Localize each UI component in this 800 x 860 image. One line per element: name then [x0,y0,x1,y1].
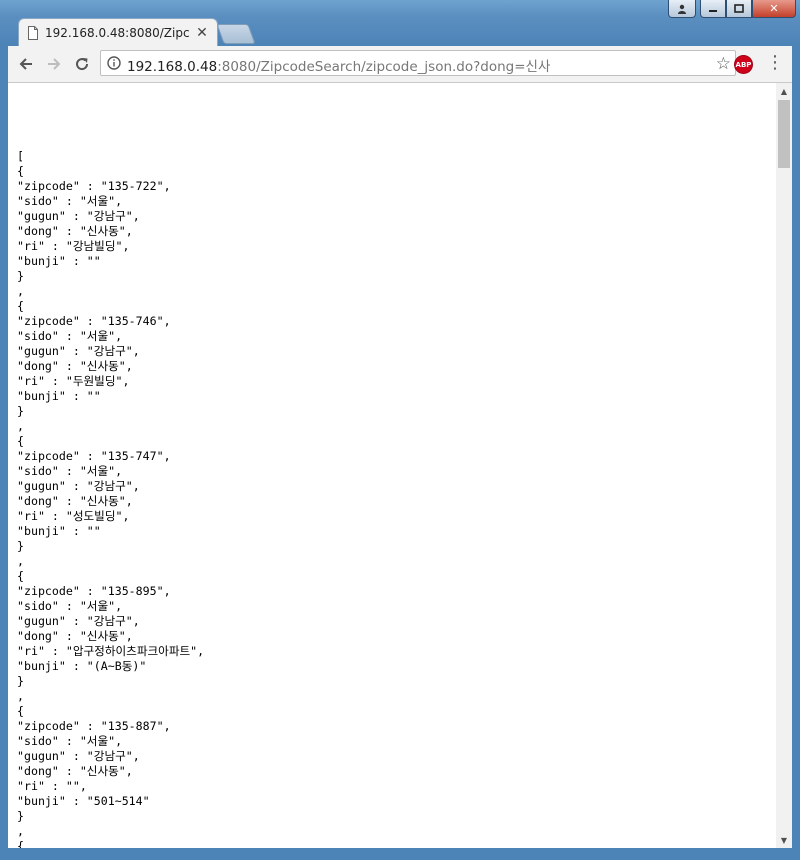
maximize-button[interactable] [726,0,752,18]
json-line: "sido" : "서울", [17,734,123,748]
json-line: "sido" : "서울", [17,329,123,343]
json-line: "dong" : "신사동", [17,494,133,508]
json-line: { [17,704,24,718]
maximize-icon [734,4,744,13]
page-content: [ { "zipcode" : "135-722", "sido" : "서울"… [8,83,776,848]
close-window-button[interactable]: ✕ [752,0,796,18]
json-line: "sido" : "서울", [17,464,123,478]
json-line: "dong" : "신사동", [17,764,133,778]
address-bar[interactable]: 192.168.0.48:8080/ZipcodeSearch/zipcode_… [100,50,736,76]
bookmark-star-icon[interactable]: ☆ [716,54,731,74]
json-line: { [17,299,24,313]
json-line: } [17,809,24,823]
adblock-extension-button[interactable]: ABP [735,56,752,73]
json-line: , [17,284,24,298]
json-line: "gugun" : "강남구", [17,749,140,763]
json-line: "ri" : "성도빌딩", [17,509,130,523]
json-line: , [17,419,24,433]
scroll-down-icon[interactable]: ▼ [776,832,792,848]
json-line: "dong" : "신사동", [17,224,133,238]
json-line: "gugun" : "강남구", [17,209,140,223]
json-line: "sido" : "서울", [17,194,123,208]
url-path: :8080/ZipcodeSearch/zipcode_json.do?dong… [217,59,551,75]
json-line: "bunji" : "501~514" [17,794,150,808]
json-line: "gugun" : "강남구", [17,344,140,358]
json-line: "gugun" : "강남구", [17,479,140,493]
new-tab-button[interactable] [216,24,256,44]
reload-icon [76,58,89,71]
forward-arrow-icon [48,58,61,70]
info-icon[interactable] [107,56,121,70]
minimize-button[interactable] [700,0,726,18]
json-line: "ri" : "두원빌딩", [17,374,130,388]
url-host: 192.168.0.48 [127,59,218,75]
back-arrow-icon [19,58,32,70]
json-line: "bunji" : "(A~B동)" [17,659,147,673]
browser-window: ✕ 192.168.0.48:8080/Zipcode ✕ 192.168.0.… [0,0,800,860]
json-line: "dong" : "신사동", [17,629,133,643]
tab-close-icon[interactable]: ✕ [195,25,209,41]
tab-active[interactable]: 192.168.0.48:8080/Zipcode ✕ [18,18,218,46]
back-button[interactable] [14,52,38,76]
json-line: , [17,554,24,568]
json-line: "zipcode" : "135-895", [17,584,171,598]
scroll-up-icon[interactable]: ▲ [776,83,792,99]
json-line: "zipcode" : "135-747", [17,449,171,463]
document-icon [28,25,38,40]
url-text: 192.168.0.48:8080/ZipcodeSearch/zipcode_… [127,55,550,75]
user-icon [678,4,686,14]
json-line: } [17,674,24,688]
json-response: [ { "zipcode" : "135-722", "sido" : "서울"… [17,149,204,848]
json-line: [ [17,149,24,163]
adblock-label: ABP [735,60,752,69]
browser-toolbar: 192.168.0.48:8080/ZipcodeSearch/zipcode_… [8,46,792,83]
json-line: "gugun" : "강남구", [17,614,140,628]
json-line: { [17,164,24,178]
reload-button[interactable] [70,52,94,76]
profile-button[interactable] [668,0,696,18]
json-line: "ri" : "강남빌딩", [17,239,130,253]
json-line: { [17,839,24,848]
forward-button[interactable] [42,52,66,76]
scrollbar-thumb[interactable] [778,100,790,168]
json-line: "zipcode" : "135-722", [17,179,171,193]
json-line: "ri" : "압구정하이츠파크아파트", [17,644,205,658]
vertical-scrollbar[interactable]: ▲ ▼ [776,83,792,848]
window-controls: ✕ [668,0,796,20]
window-bottom-frame [0,848,800,860]
json-line: , [17,689,24,703]
json-line: } [17,269,24,283]
json-line: { [17,434,24,448]
json-line: "bunji" : "" [17,524,101,538]
json-line: } [17,404,24,418]
minimize-icon [709,9,717,12]
json-line: } [17,539,24,553]
json-line: "zipcode" : "135-746", [17,314,171,328]
json-line: "dong" : "신사동", [17,359,133,373]
json-line: "sido" : "서울", [17,599,123,613]
json-line: , [17,824,24,838]
json-line: { [17,569,24,583]
close-icon: ✕ [769,2,779,15]
json-line: "ri" : "", [17,779,87,793]
tab-title: 192.168.0.48:8080/Zipcode [45,25,189,40]
json-line: "zipcode" : "135-887", [17,719,171,733]
browser-menu-icon[interactable]: ⋮ [766,54,784,72]
json-line: "bunji" : "" [17,389,101,403]
json-line: "bunji" : "" [17,254,101,268]
